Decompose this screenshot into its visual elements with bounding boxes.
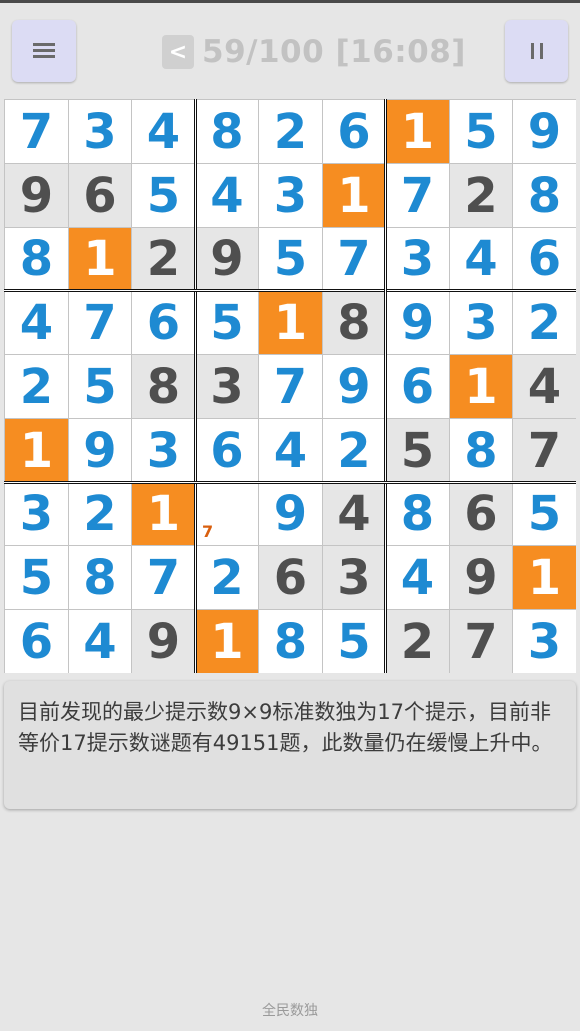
cell-r1c9[interactable]: 9 xyxy=(513,100,576,163)
box-divider-vertical xyxy=(384,99,387,673)
cell-r5c8[interactable]: 1 xyxy=(450,355,512,418)
cell-r9c9[interactable]: 3 xyxy=(513,610,576,673)
progress-timer: 59/100 [16:08] xyxy=(202,34,466,70)
cell-r8c4[interactable]: 2 xyxy=(196,546,258,609)
app-name: 全民数独 xyxy=(262,1003,318,1019)
cell-r9c5[interactable]: 8 xyxy=(259,610,322,673)
cell-r2c7[interactable]: 7 xyxy=(386,164,449,227)
cell-r5c2[interactable]: 5 xyxy=(69,355,131,418)
cell-r9c1[interactable]: 6 xyxy=(5,610,68,673)
cell-r1c8[interactable]: 5 xyxy=(450,100,512,163)
hamburger-icon xyxy=(33,42,55,60)
cell-r1c6[interactable]: 6 xyxy=(323,100,385,163)
cell-r6c1[interactable]: 1 xyxy=(5,419,68,482)
cell-r7c8[interactable]: 6 xyxy=(450,483,512,545)
cell-r6c4[interactable]: 6 xyxy=(196,419,258,482)
sudoku-board: 7348261599654317288129573464765189322583… xyxy=(4,99,576,673)
cell-r3c9[interactable]: 6 xyxy=(513,228,576,290)
box-divider-vertical xyxy=(194,99,197,673)
cell-r4c6[interactable]: 8 xyxy=(323,291,385,354)
cell-r7c3[interactable]: 1 xyxy=(132,483,195,545)
cell-r3c4[interactable]: 9 xyxy=(196,228,258,290)
cell-r1c7[interactable]: 1 xyxy=(386,100,449,163)
cell-r6c3[interactable]: 3 xyxy=(132,419,195,482)
cell-r1c5[interactable]: 2 xyxy=(259,100,322,163)
pause-button[interactable] xyxy=(505,20,568,82)
cell-r6c2[interactable]: 9 xyxy=(69,419,131,482)
tip-text: 目前发现的最少提示数9×9标准数独为17个提示，目前非等价17提示数谜题有491… xyxy=(18,700,553,755)
pause-icon xyxy=(530,43,543,59)
cell-r7c6[interactable]: 4 xyxy=(323,483,385,545)
cell-r6c9[interactable]: 7 xyxy=(513,419,576,482)
cell-r3c3[interactable]: 2 xyxy=(132,228,195,290)
cell-r5c4[interactable]: 3 xyxy=(196,355,258,418)
cell-r9c6[interactable]: 5 xyxy=(323,610,385,673)
cell-r7c5[interactable]: 9 xyxy=(259,483,322,545)
cell-r4c4[interactable]: 5 xyxy=(196,291,258,354)
cell-r1c3[interactable]: 4 xyxy=(132,100,195,163)
cell-r7c4[interactable]: 7 xyxy=(196,483,258,545)
cell-r1c2[interactable]: 3 xyxy=(69,100,131,163)
cell-r8c9[interactable]: 1 xyxy=(513,546,576,609)
cell-r3c8[interactable]: 4 xyxy=(450,228,512,290)
cell-r6c8[interactable]: 8 xyxy=(450,419,512,482)
cell-r3c2[interactable]: 1 xyxy=(69,228,131,290)
cell-r3c6[interactable]: 7 xyxy=(323,228,385,290)
cell-r2c9[interactable]: 8 xyxy=(513,164,576,227)
cell-r8c2[interactable]: 8 xyxy=(69,546,131,609)
cell-r7c1[interactable]: 3 xyxy=(5,483,68,545)
cell-r9c7[interactable]: 2 xyxy=(386,610,449,673)
cell-r9c3[interactable]: 9 xyxy=(132,610,195,673)
menu-button[interactable] xyxy=(12,20,76,82)
cell-r6c6[interactable]: 2 xyxy=(323,419,385,482)
status-bar: < 59/100 [16:08] xyxy=(162,30,466,74)
cell-r7c9[interactable]: 5 xyxy=(513,483,576,545)
cell-r6c5[interactable]: 4 xyxy=(259,419,322,482)
cell-r4c3[interactable]: 6 xyxy=(132,291,195,354)
cell-r2c2[interactable]: 6 xyxy=(69,164,131,227)
cell-r5c5[interactable]: 7 xyxy=(259,355,322,418)
cell-r2c1[interactable]: 9 xyxy=(5,164,68,227)
cell-r4c8[interactable]: 3 xyxy=(450,291,512,354)
cell-r6c7[interactable]: 5 xyxy=(386,419,449,482)
cell-r9c8[interactable]: 7 xyxy=(450,610,512,673)
cell-r1c1[interactable]: 7 xyxy=(5,100,68,163)
cell-r7c7[interactable]: 8 xyxy=(386,483,449,545)
cell-r3c7[interactable]: 3 xyxy=(386,228,449,290)
cell-r3c1[interactable]: 8 xyxy=(5,228,68,290)
cell-r8c8[interactable]: 9 xyxy=(450,546,512,609)
cell-r2c6[interactable]: 1 xyxy=(323,164,385,227)
cell-r5c7[interactable]: 6 xyxy=(386,355,449,418)
cell-r2c3[interactable]: 5 xyxy=(132,164,195,227)
cell-r1c4[interactable]: 8 xyxy=(196,100,258,163)
cell-r8c6[interactable]: 3 xyxy=(323,546,385,609)
top-edge xyxy=(0,0,580,3)
cell-r5c9[interactable]: 4 xyxy=(513,355,576,418)
box-divider-horizontal xyxy=(4,481,576,484)
cell-r9c2[interactable]: 4 xyxy=(69,610,131,673)
cell-r4c5[interactable]: 1 xyxy=(259,291,322,354)
back-button[interactable]: < xyxy=(162,35,194,69)
cell-r2c8[interactable]: 2 xyxy=(450,164,512,227)
cell-r8c3[interactable]: 7 xyxy=(132,546,195,609)
cell-r4c7[interactable]: 9 xyxy=(386,291,449,354)
cell-r4c2[interactable]: 7 xyxy=(69,291,131,354)
cell-r4c1[interactable]: 4 xyxy=(5,291,68,354)
cell-r3c5[interactable]: 5 xyxy=(259,228,322,290)
cell-r9c4[interactable]: 1 xyxy=(196,610,258,673)
cell-r8c1[interactable]: 5 xyxy=(5,546,68,609)
cell-r8c5[interactable]: 6 xyxy=(259,546,322,609)
cell-r2c4[interactable]: 4 xyxy=(196,164,258,227)
cell-r8c7[interactable]: 4 xyxy=(386,546,449,609)
cell-r7c2[interactable]: 2 xyxy=(69,483,131,545)
box-divider-horizontal xyxy=(4,289,576,292)
cell-r5c3[interactable]: 8 xyxy=(132,355,195,418)
cell-r4c9[interactable]: 2 xyxy=(513,291,576,354)
cell-r5c6[interactable]: 9 xyxy=(323,355,385,418)
cell-r5c1[interactable]: 2 xyxy=(5,355,68,418)
cell-r2c5[interactable]: 3 xyxy=(259,164,322,227)
tip-panel: 目前发现的最少提示数9×9标准数独为17个提示，目前非等价17提示数谜题有491… xyxy=(4,681,576,809)
pencil-note: 7 xyxy=(202,522,214,541)
